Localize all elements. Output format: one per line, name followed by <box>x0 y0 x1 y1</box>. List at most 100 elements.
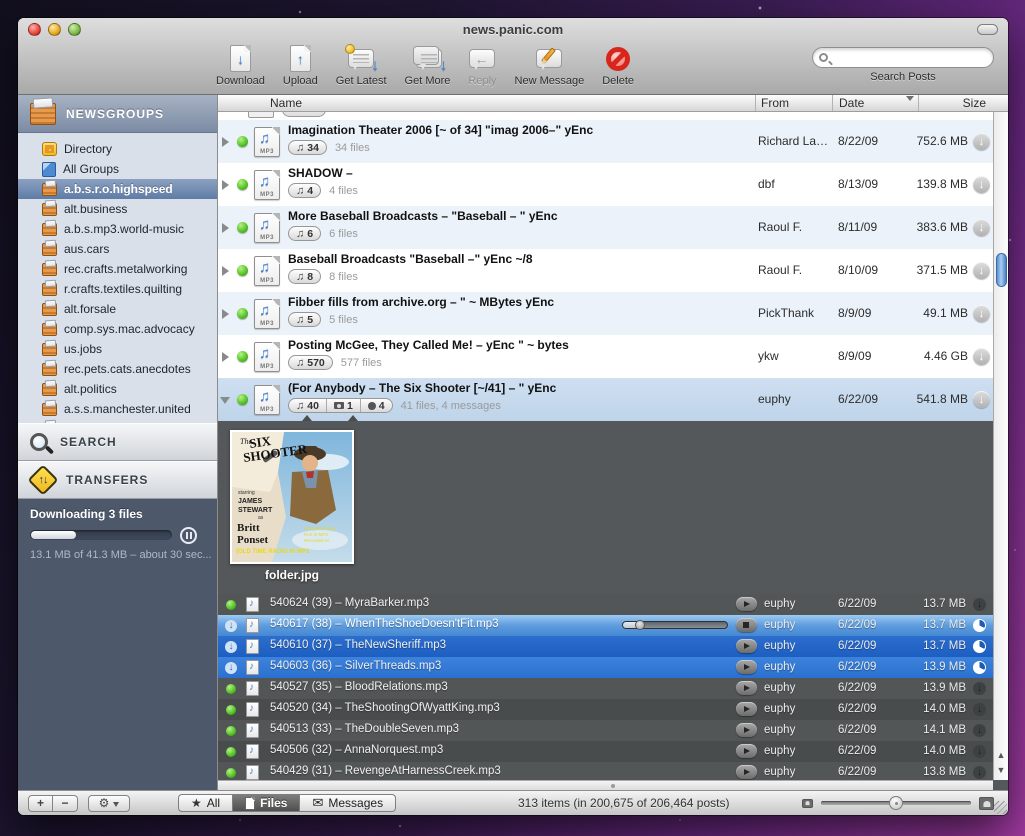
segment-files[interactable]: Files <box>233 794 300 812</box>
segment-messages[interactable]: ✉Messages <box>300 794 396 812</box>
column-header-size[interactable]: Size <box>924 96 986 110</box>
column-header-date[interactable]: Date <box>839 96 864 110</box>
vertical-scrollbar-thumb[interactable] <box>996 253 1007 287</box>
play-button[interactable] <box>736 681 757 695</box>
sidebar-item-alt-forsale[interactable]: alt.forsale <box>18 299 217 319</box>
sidebar-item-all-groups[interactable]: All Groups <box>18 159 217 179</box>
delete-button[interactable]: Delete <box>602 44 634 87</box>
file-row[interactable]: ↓540610 (37) – TheNewSheriff.mp3euphy6/2… <box>218 636 993 657</box>
download-thread-button[interactable]: ↓ <box>973 348 990 365</box>
download-thread-button[interactable]: ↓ <box>973 305 990 322</box>
search-field[interactable] <box>812 47 994 68</box>
disclosure-triangle-icon[interactable] <box>222 223 234 233</box>
thread-row[interactable]: ♫MP3More Baseball Broadcasts – "Baseball… <box>218 206 993 249</box>
search-input[interactable] <box>828 51 978 65</box>
thread-row[interactable]: ♫MP3(For Anybody – The Six Shooter [~/41… <box>218 378 993 421</box>
download-thread-button[interactable]: ↓ <box>973 262 990 279</box>
svg-text:as: as <box>258 515 264 521</box>
download-thread-button[interactable]: ↓ <box>973 391 990 408</box>
disclosure-triangle-icon[interactable] <box>222 352 234 362</box>
play-button[interactable] <box>736 765 757 779</box>
sidebar-item-alt-business[interactable]: alt.business <box>18 199 217 219</box>
file-row[interactable]: 540513 (33) – TheDoubleSeven.mp3euphy6/2… <box>218 720 993 741</box>
file-row[interactable]: 540520 (34) – TheShootingOfWyattKing.mp3… <box>218 699 993 720</box>
download-thread-button[interactable]: ↓ <box>973 133 990 150</box>
attachment-thumbnail[interactable]: TheSIXSHOOTERstarringJAMESSTEWARTasBritt… <box>230 430 354 564</box>
sidebar-item-us-jobs[interactable]: us.jobs <box>18 339 217 359</box>
file-row[interactable]: 540429 (31) – RevengeAtHarnessCreek.mp3e… <box>218 762 993 780</box>
attachment-count-badge[interactable]: ♫4 <box>288 183 321 198</box>
column-header-from[interactable]: From <box>761 96 789 110</box>
column-header-name[interactable]: Name <box>270 96 302 110</box>
attachment-count-badge[interactable]: ♫570 <box>288 355 333 370</box>
horizontal-scrollbar[interactable] <box>218 780 993 790</box>
sidebar-item-rec-crafts-metalworking[interactable]: rec.crafts.metalworking <box>18 259 217 279</box>
file-row[interactable]: 540527 (35) – BloodRelations.mp3euphy6/2… <box>218 678 993 699</box>
vertical-scrollbar[interactable]: ▲ ▼ <box>993 112 1008 780</box>
sidebar-item-alt-politics[interactable]: alt.politics <box>18 379 217 399</box>
search-section-header[interactable]: SEARCH <box>18 423 217 461</box>
attachment-count-badge[interactable]: ♫6 <box>288 226 321 241</box>
new-message-button[interactable]: New Message <box>515 44 585 87</box>
attachment-count-badge[interactable]: ♫5 <box>288 312 321 327</box>
disclosure-triangle-icon[interactable] <box>222 309 234 319</box>
file-row[interactable]: 540506 (32) – AnnaNorquest.mp3euphy6/22/… <box>218 741 993 762</box>
disclosure-triangle-icon[interactable] <box>222 266 234 276</box>
scroll-up-arrow[interactable]: ▲ <box>994 748 1008 763</box>
remove-button[interactable]: − <box>53 795 78 812</box>
get-more-button[interactable]: ↓Get More <box>405 44 451 87</box>
thread-row[interactable]: ♫MP3Imagination Theater 2006 [~ of 34] "… <box>218 120 993 163</box>
window-header: news.panic.com ↓Download↑Upload↓Get Late… <box>18 18 1008 95</box>
size-slider[interactable] <box>821 801 971 805</box>
sidebar-item-comp-sys-mac-advocacy[interactable]: comp.sys.mac.advocacy <box>18 319 217 339</box>
music-note-icon: ♫ <box>296 271 304 283</box>
pause-button[interactable] <box>180 527 197 544</box>
file-row[interactable]: ↓540617 (38) – WhenTheShoeDoesn'tFit.mp3… <box>218 615 993 636</box>
play-button[interactable] <box>736 660 757 674</box>
play-button[interactable] <box>736 723 757 737</box>
column-separator[interactable] <box>755 95 756 111</box>
thread-row[interactable]: ♫MP3Fibber fills from archive.org – " ~ … <box>218 292 993 335</box>
column-separator[interactable] <box>918 95 919 111</box>
add-button[interactable]: + <box>28 795 53 812</box>
file-row[interactable]: ↓540603 (36) – SilverThreads.mp3euphy6/2… <box>218 657 993 678</box>
scroll-down-arrow[interactable]: ▼ <box>994 763 1008 778</box>
newsgroups-section-header[interactable]: NEWSGROUPS <box>18 95 217 133</box>
disclosure-triangle-icon[interactable] <box>220 397 230 409</box>
transfers-section-header[interactable]: TRANSFERS <box>18 461 217 499</box>
disclosure-triangle-icon[interactable] <box>222 180 234 190</box>
action-menu-button[interactable]: ⚙ <box>88 795 130 812</box>
thread-row[interactable]: ♫MP3Baseball Broadcasts "Baseball –" yEn… <box>218 249 993 292</box>
get-latest-button[interactable]: ↓Get Latest <box>336 44 387 87</box>
attachment-count-badge[interactable]: ♫8 <box>288 269 321 284</box>
size-slider-thumb[interactable] <box>889 796 903 810</box>
sidebar-item-r-crafts-textiles-quilting[interactable]: r.crafts.textiles.quilting <box>18 279 217 299</box>
sidebar-item-a-b-s-r-o-highspeed[interactable]: a.b.s.r.o.highspeed <box>18 179 217 199</box>
sidebar-item-aus-cars[interactable]: aus.cars <box>18 239 217 259</box>
disclosure-triangle-icon[interactable] <box>222 137 234 147</box>
stop-button[interactable] <box>736 618 757 632</box>
play-button[interactable] <box>736 639 757 653</box>
thread-row[interactable]: ♫MP3Posting McGee, They Called Me! – yEn… <box>218 335 993 378</box>
file-row[interactable]: 540624 (39) – MyraBarker.mp3euphy6/22/09… <box>218 594 993 615</box>
segment-all[interactable]: ★All <box>178 794 233 812</box>
search-section-icon <box>30 433 48 451</box>
reply-button[interactable]: ←Reply <box>468 44 496 87</box>
resize-grip[interactable] <box>994 801 1007 814</box>
sidebar-item-a-s-s-manchester-united[interactable]: a.s.s.manchester.united <box>18 399 217 419</box>
column-separator[interactable] <box>832 95 833 111</box>
download-thread-button[interactable]: ↓ <box>973 219 990 236</box>
sidebar-item-rec-pets-cats-anecdotes[interactable]: rec.pets.cats.anecdotes <box>18 359 217 379</box>
toolbar-toggle-button[interactable] <box>977 24 998 35</box>
upload-button[interactable]: ↑Upload <box>283 44 318 87</box>
thread-row[interactable]: ♫MP3SHADOW –♫44 filesdbf8/13/09139.8 MB↓ <box>218 163 993 206</box>
sidebar-item-directory[interactable]: Directory <box>18 139 217 159</box>
download-button[interactable]: ↓Download <box>216 44 265 87</box>
play-button[interactable] <box>736 744 757 758</box>
sidebar-item-a-b-s-mp3-world-music[interactable]: a.b.s.mp3.world-music <box>18 219 217 239</box>
attachment-count-badge[interactable]: ♫34 <box>288 140 327 155</box>
play-button[interactable] <box>736 702 757 716</box>
download-thread-button[interactable]: ↓ <box>973 176 990 193</box>
download-progress-slider[interactable] <box>622 621 728 629</box>
play-button[interactable] <box>736 597 757 611</box>
